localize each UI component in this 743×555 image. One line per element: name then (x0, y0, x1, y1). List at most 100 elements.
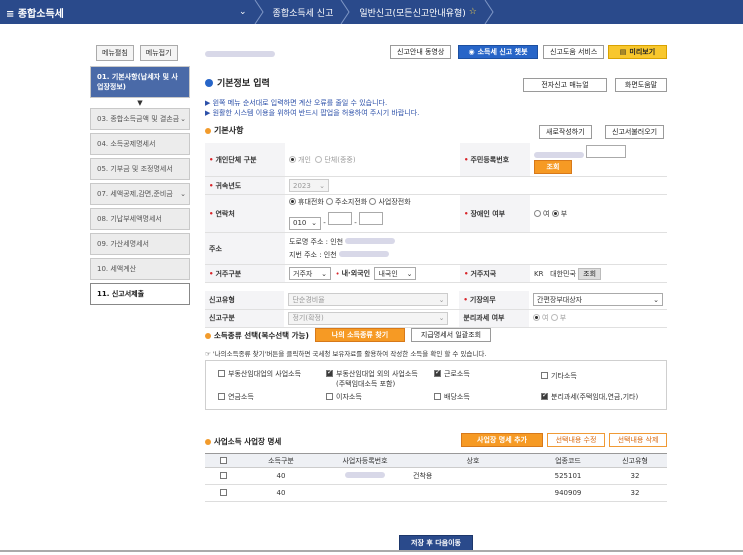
income-dividend[interactable]: 배당소득 (434, 392, 470, 402)
non-rental-business-checkbox[interactable] (326, 368, 333, 377)
home-phone-radio[interactable] (326, 198, 333, 206)
edit-selected-button[interactable]: 선택내용 수정 (547, 433, 605, 447)
earned-income-checkbox[interactable] (434, 368, 441, 377)
section-bullet-icon (205, 438, 211, 445)
chevron-down-icon: ⌄ (319, 181, 325, 190)
delete-selected-button[interactable]: 선택내용 삭제 (609, 433, 667, 447)
resident-select[interactable]: 거주자 ⌄ (289, 267, 331, 280)
masked-user-info (205, 51, 275, 57)
income-type-header: 소득종류 선택(복수선택 가능) 나의 소득종류 찾기 지급명세서 일괄조회 ☞… (205, 327, 667, 358)
chevron-down-icon: ⌄ (438, 314, 445, 322)
separate-no-radio[interactable] (550, 314, 558, 321)
e-filing-manual-button[interactable]: 전자신고 매뉴얼 (523, 78, 607, 92)
road-address: 도로명 주소 : 인천 (289, 237, 663, 247)
chevron-down-icon: ⌄ (321, 269, 327, 278)
bookkeeping-select[interactable]: 간편장부대상자 ⌄ (533, 293, 663, 307)
mobile-radio[interactable] (289, 198, 296, 206)
screen-help-button[interactable]: 화면도움말 (615, 78, 667, 92)
menu-expand-button[interactable]: 메뉴펼침 (96, 45, 134, 61)
row-checkbox[interactable] (220, 489, 227, 496)
chevron-down-icon: ⌄ (438, 295, 445, 304)
interest-income-checkbox[interactable] (326, 393, 333, 400)
sidebar: 메뉴펼침 메뉴접기 01. 기본사항(납세자 및 사업장정보) ▼ 03. 종합… (90, 45, 190, 308)
menu-collapse-button[interactable]: 메뉴접기 (139, 45, 178, 61)
rrn-lookup-button[interactable]: 조회 (534, 160, 572, 174)
find-income-type-button[interactable]: 나의 소득종류 찾기 (315, 328, 405, 342)
chatbot-icon: ◉ (468, 48, 475, 56)
income-non-rental-business[interactable]: 부동산임대업 외의 사업소득(주택임대소득 포함) (326, 368, 418, 389)
chevron-down-icon: ⌄ (653, 295, 659, 304)
load-report-button[interactable]: 신고서불러오기 (605, 125, 665, 139)
sidebar-item-prepaid-tax[interactable]: 08. 기납부세액명세서 (90, 208, 190, 230)
select-all-checkbox[interactable] (220, 456, 227, 464)
sidebar-item-submit[interactable]: 11. 신고서제출 (90, 283, 190, 305)
breadcrumb-item-income-tax[interactable]: 종합소득세 신고 (259, 0, 350, 24)
menu-title[interactable]: ≡ 종합소득세 (6, 5, 64, 20)
year-select[interactable]: 2023 ⌄ (289, 179, 329, 192)
section-bullet-icon (205, 332, 211, 339)
chevron-down-icon: ▼ (137, 99, 143, 107)
phone-prefix-select[interactable]: 010 ⌄ (289, 216, 321, 230)
basic-info-form: • 개인단체 구분 개인 단체(종중) • 주민등록번호 조회 • 귀속년도 2023… (205, 143, 667, 328)
income-type-checkboxes: 부동산임대업의 사업소득 부동산임대업 외의 사업소득(주택임대소득 포함) 근… (205, 360, 667, 410)
sidebar-item-donation[interactable]: 05. 기부금 및 조정명세서 (90, 158, 190, 180)
income-rental-business[interactable]: 부동산임대업의 사업소득 (218, 369, 301, 379)
help-service-button[interactable]: 신고도움 서비스 (543, 45, 605, 59)
breadcrumb: ⌄ 종합소득세 신고 일반신고(모든신고안내유형) ☆ (225, 0, 494, 24)
separate-tax-checkbox[interactable] (541, 391, 548, 400)
row-checkbox[interactable] (220, 472, 227, 479)
table-row[interactable]: 40 940909 32 (205, 484, 667, 502)
rental-business-checkbox[interactable] (218, 370, 225, 377)
phone-last-input[interactable] (358, 212, 383, 226)
separate-yes-radio[interactable] (533, 314, 540, 321)
breadcrumb-home[interactable]: ⌄ (225, 0, 264, 24)
section-bullet-icon (205, 78, 213, 87)
chevron-down-icon: ⌄ (180, 190, 186, 198)
individual-radio[interactable] (289, 155, 296, 163)
income-other[interactable]: 기타소득 (541, 371, 577, 381)
chevron-down-icon: ⌄ (180, 115, 186, 123)
breadcrumb-item-general-report[interactable]: 일반신고(모든신고안내유형) ☆ (345, 0, 494, 24)
group-radio[interactable] (315, 155, 323, 163)
sidebar-item-penalty[interactable]: 09. 가산세명세서 (90, 233, 190, 255)
report-type-select[interactable]: 단순경비율 ⌄ (288, 293, 449, 307)
bottom-divider (0, 550, 743, 552)
report-kind-select[interactable]: 정기(확정) ⌄ (288, 311, 449, 325)
guide-note-2: ▶ 원활한 시스템 이용을 위하여 반드시 팝업을 허용하여 주시기 바랍니다. (205, 109, 420, 117)
sidebar-item-tax-calc[interactable]: 10. 세액계산 (90, 258, 190, 280)
sidebar-item-basic-info[interactable]: 01. 기본사항(납세자 및 사업장정보) (90, 66, 190, 98)
dividend-income-checkbox[interactable] (434, 393, 441, 400)
country-code: KR (534, 269, 544, 278)
table-header-row: 소득구분 사업자등록번호 상호 업종코드 신고유형 (205, 453, 667, 468)
pension-income-checkbox[interactable] (218, 393, 225, 400)
section-bullet-icon (205, 127, 211, 134)
payment-statement-button[interactable]: 지급명세서 일괄조회 (411, 328, 491, 342)
sidebar-item-deduction[interactable]: 04. 소득공제명세서 (90, 133, 190, 155)
top-navigation-bar: ≡ 종합소득세 ⌄ 종합소득세 신고 일반신고(모든신고안내유형) ☆ (0, 0, 743, 24)
save-next-button[interactable]: 저장 후 다음이동 (399, 535, 473, 551)
disabled-yes-radio[interactable] (534, 209, 541, 217)
income-interest[interactable]: 이자소득 (326, 392, 362, 402)
table-row[interactable]: 40 건착용 525101 32 (205, 467, 667, 485)
income-pension[interactable]: 연금소득 (218, 392, 254, 402)
video-guide-button[interactable]: 신고안내 동영상 (390, 45, 452, 59)
phone-middle-input[interactable] (327, 212, 352, 226)
income-separate-tax[interactable]: 분리과세(주택임대,연금,기타) (541, 391, 638, 402)
sidebar-item-tax-credit[interactable]: 07. 세액공제,감면,준비금 ⌄ (90, 183, 190, 205)
disabled-no-radio[interactable] (551, 209, 559, 217)
nationality-select[interactable]: 내국인 ⌄ (374, 267, 417, 280)
guide-note-1: ▶ 왼쪽 메뉴 순서대로 입력하면 계산 오류를 줄일 수 있습니다. (205, 99, 388, 107)
other-income-checkbox[interactable] (541, 372, 548, 379)
income-earned[interactable]: 근로소득 (434, 368, 470, 379)
new-write-button[interactable]: 새로작성하기 (539, 125, 592, 139)
preview-button[interactable]: ▤ 미리보기 (608, 45, 667, 59)
country-name: 대한민국 (550, 269, 576, 278)
region-lookup-button[interactable]: 조회 (578, 267, 602, 280)
office-phone-radio[interactable] (369, 198, 377, 206)
add-business-button[interactable]: 사업장 명세 추가 (461, 433, 543, 447)
income-note: ☞ '나의소득종류 찾기'버튼을 클릭하면 국세청 보유자료를 활용하여 작성한… (205, 350, 487, 358)
rrn-input[interactable] (586, 145, 627, 158)
sidebar-item-income-amount[interactable]: 03. 종합소득금액 및 결손금 ⌄ (90, 108, 190, 130)
chatbot-button[interactable]: ◉ 소득세 신고 챗봇 (458, 45, 538, 59)
favorite-star-icon[interactable]: ☆ (469, 7, 477, 17)
